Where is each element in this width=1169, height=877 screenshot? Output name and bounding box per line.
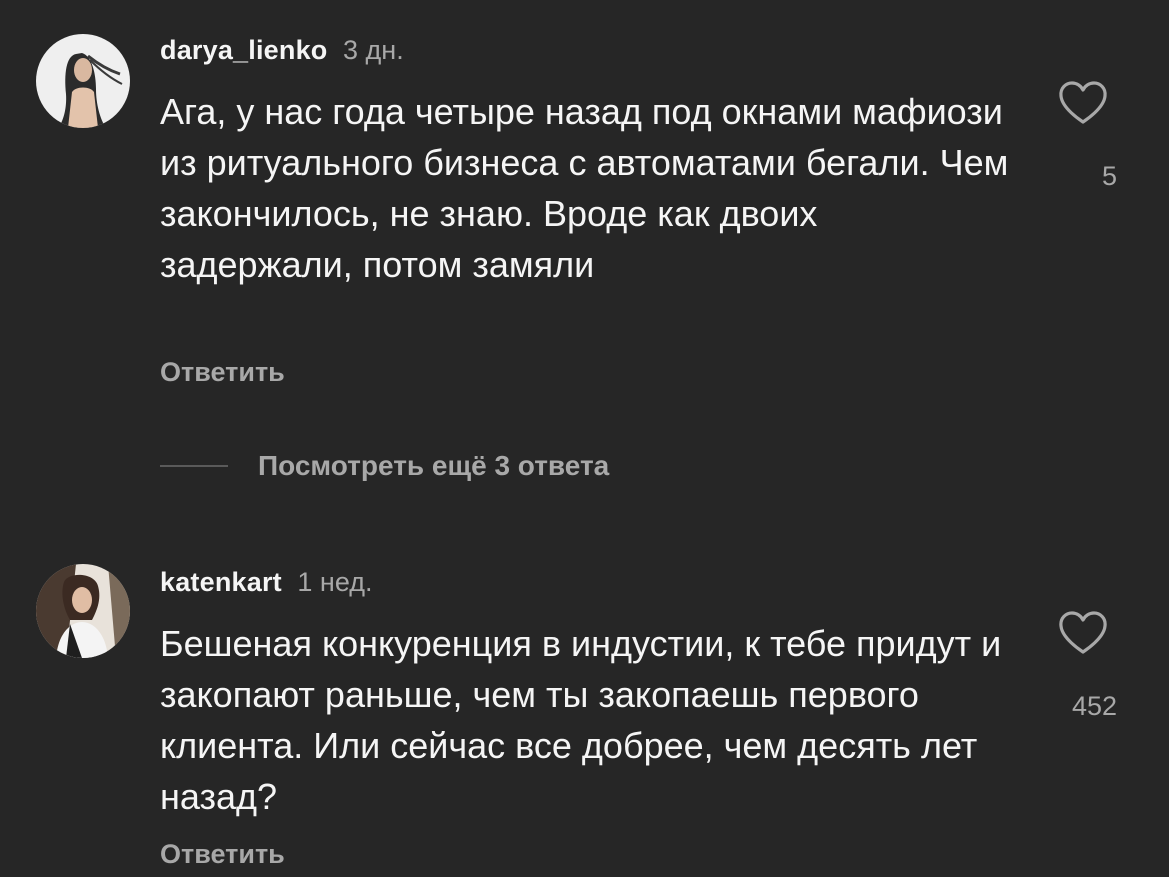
- divider-line: [160, 465, 228, 467]
- username[interactable]: katenkart: [160, 567, 282, 597]
- view-replies-button[interactable]: Посмотреть ещё 3 ответа: [160, 448, 609, 484]
- username[interactable]: darya_lienko: [160, 35, 328, 65]
- reply-button[interactable]: Ответить: [160, 356, 285, 388]
- comment-text: Бешеная конкуренция в индустии, к тебе п…: [160, 623, 1002, 817]
- avatar-image: [36, 34, 130, 128]
- avatar[interactable]: [36, 564, 130, 658]
- comment-text: Ага, у нас года четыре назад под окнами …: [160, 91, 1009, 285]
- like-count: 452: [1071, 691, 1117, 721]
- heart-outline-icon[interactable]: [1058, 610, 1108, 656]
- avatar-image: [36, 564, 130, 658]
- comments-screen: darya_lienko 3 дн. Ага, у нас года четыр…: [0, 0, 1169, 877]
- comment-meta: darya_lienko 3 дн.: [160, 34, 404, 66]
- reply-button[interactable]: Ответить: [160, 838, 285, 870]
- comment-meta: katenkart 1 нед.: [160, 566, 373, 598]
- timestamp: 1 нед.: [297, 567, 373, 597]
- avatar[interactable]: [36, 34, 130, 128]
- like-count: 5: [1101, 161, 1117, 191]
- timestamp: 3 дн.: [343, 35, 404, 65]
- view-replies-label: Посмотреть ещё 3 ответа: [258, 450, 610, 481]
- heart-outline-icon[interactable]: [1058, 80, 1108, 126]
